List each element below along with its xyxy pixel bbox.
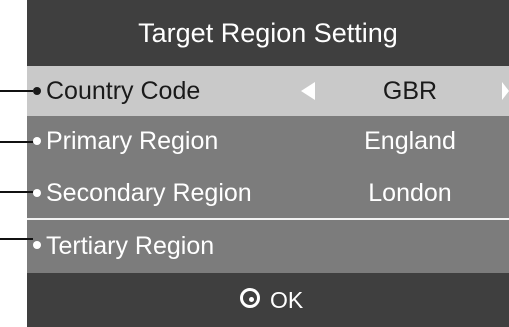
footer-bar: OK [27, 273, 509, 327]
right-arrow-icon[interactable] [502, 82, 509, 100]
row-value [317, 220, 503, 270]
row-label: Country Code [46, 77, 201, 105]
row-secondary-region[interactable]: Secondary Region London [27, 168, 509, 220]
row-label: Tertiary Region [46, 232, 215, 260]
leader-line [0, 191, 33, 193]
row-value: London [368, 179, 452, 207]
row-country-code[interactable]: Country Code GBR [27, 66, 509, 116]
panel-title: Target Region Setting [138, 18, 398, 48]
row-bullet [33, 241, 41, 249]
row-label: Primary Region [46, 127, 219, 155]
row-bullet [33, 189, 41, 197]
row-bullet [33, 137, 41, 145]
ok-label: OK [270, 287, 304, 313]
circle-dot-icon [240, 288, 260, 308]
row-value: England [364, 127, 456, 155]
row-value: GBR [382, 77, 438, 105]
row-primary-region[interactable]: Primary Region England [27, 116, 509, 170]
circle-dot-center [249, 297, 254, 302]
row-tertiary-region[interactable]: Tertiary Region [27, 220, 509, 273]
row-label: Secondary Region [46, 179, 252, 207]
left-arrow-icon[interactable] [301, 82, 315, 100]
leader-line [0, 90, 33, 92]
leader-line [0, 238, 33, 240]
row-bullet [33, 87, 41, 95]
leader-line [0, 141, 33, 143]
